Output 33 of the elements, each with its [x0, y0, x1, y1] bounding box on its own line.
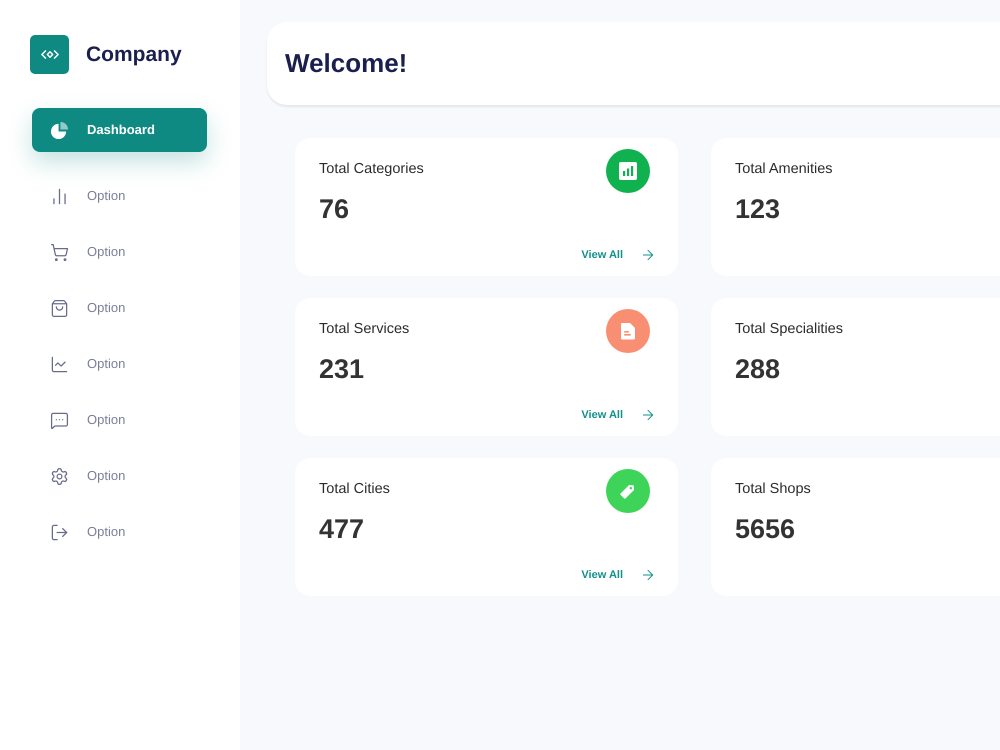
nav-item[interactable]: Dashboard: [32, 108, 207, 152]
card-value: 76: [319, 193, 350, 225]
card-value: 231: [319, 353, 364, 385]
card-value: 477: [319, 513, 364, 545]
view-all-link[interactable]: View All: [581, 246, 656, 263]
pie-chart-icon: [50, 120, 69, 140]
shopping-cart-icon: [50, 242, 69, 262]
nav-item[interactable]: Option: [32, 342, 207, 386]
card-title: Total Services: [319, 320, 410, 339]
nav-item[interactable]: Option: [32, 454, 207, 498]
logout-icon: [50, 522, 69, 542]
brand-name: Company: [86, 42, 182, 68]
card-value: 123: [735, 193, 780, 225]
card-value: 288: [735, 353, 780, 385]
card-title: Total Cities: [319, 480, 390, 499]
logo-icon: [30, 35, 69, 74]
card-title: Total Categories: [319, 160, 424, 179]
nav-item[interactable]: Option: [32, 230, 207, 274]
page-title: Welcome!: [285, 47, 408, 80]
view-all-link[interactable]: View All: [581, 566, 656, 583]
view-all-link[interactable]: View All: [581, 406, 656, 423]
line-chart-icon: [50, 354, 69, 374]
card-title: Total Amenities: [735, 160, 833, 179]
card-value: 5656: [735, 513, 796, 545]
settings-icon: [50, 466, 69, 486]
nav-item[interactable]: Option: [32, 286, 207, 330]
card-title: Total Specialities: [735, 320, 843, 339]
message-icon: [50, 410, 69, 430]
nav-item[interactable]: Option: [32, 398, 207, 442]
nav-item[interactable]: Option: [32, 174, 207, 218]
shopping-bag-icon: [50, 298, 69, 318]
card-title: Total Shops: [735, 480, 811, 499]
nav-item[interactable]: Option: [32, 510, 207, 554]
